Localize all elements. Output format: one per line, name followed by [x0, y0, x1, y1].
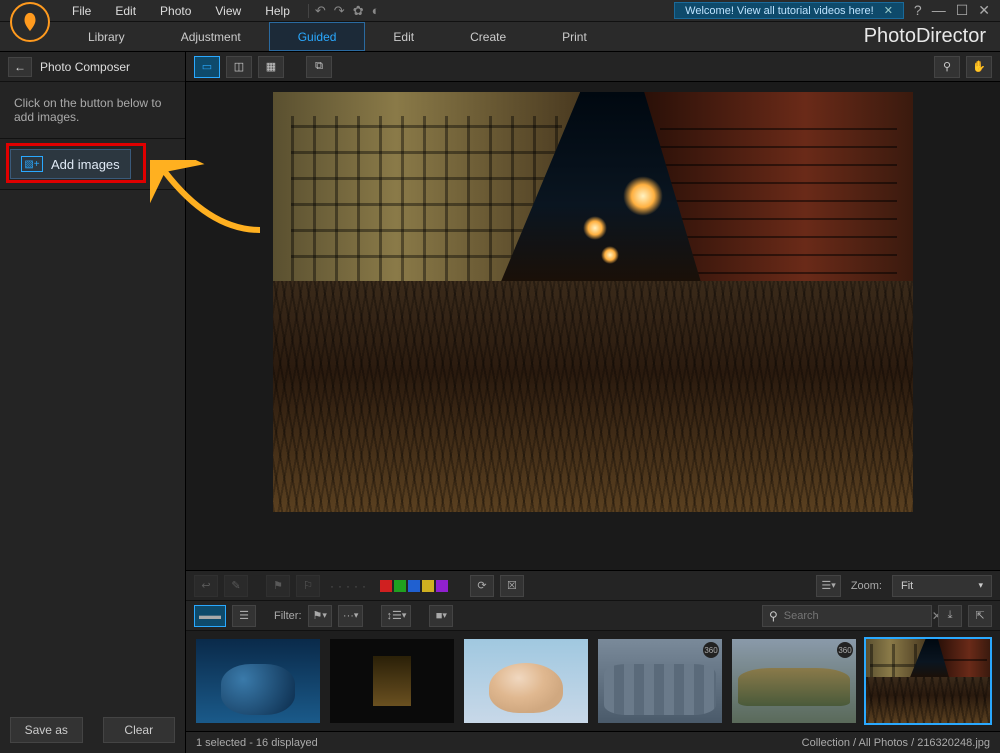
add-images-label: Add images — [51, 157, 120, 172]
filter-color-icon[interactable]: ■▾ — [429, 605, 453, 627]
separator — [308, 4, 309, 18]
import-icon[interactable]: ⤓ — [938, 605, 962, 627]
status-path: Collection / All Photos / 216320248.jpg — [802, 737, 990, 749]
add-images-button[interactable]: ▧+ Add images — [10, 149, 131, 179]
filmstrip-view-icon[interactable]: ▬▬ — [194, 605, 226, 627]
thumbnail[interactable] — [464, 639, 588, 723]
left-panel: ← Photo Composer Click on the button bel… — [0, 52, 186, 753]
panel-instruction: Click on the button below to add images. — [0, 82, 185, 139]
arrow-left-icon: ← — [14, 60, 26, 74]
search-box[interactable]: ⚲ ✕ — [762, 605, 932, 627]
360-badge-icon: 360 — [703, 642, 719, 658]
menu-file[interactable]: File — [60, 4, 103, 18]
clear-button[interactable]: Clear — [103, 717, 176, 743]
tab-adjustment[interactable]: Adjustment — [153, 22, 269, 51]
tab-print[interactable]: Print — [534, 22, 615, 51]
search-icon: ⚲ — [769, 609, 778, 623]
mode-tabs: Library Adjustment Guided Edit Create Pr… — [0, 22, 1000, 52]
export-icon[interactable]: ⇱ — [968, 605, 992, 627]
chevron-down-icon: ▾ — [978, 580, 983, 591]
add-image-icon: ▧+ — [21, 156, 43, 172]
tab-edit[interactable]: Edit — [365, 22, 442, 51]
history-back-icon: ↩ — [194, 575, 218, 597]
flag-icon: ⚑ — [266, 575, 290, 597]
thumbnail[interactable]: 360 — [598, 639, 722, 723]
view-single-icon[interactable]: ▭ — [194, 56, 220, 78]
close-icon[interactable]: ✕ — [884, 4, 893, 17]
panel-title: Photo Composer — [40, 60, 130, 74]
view-compare-icon[interactable]: ◫ — [226, 56, 252, 78]
maximize-icon[interactable]: ☐ — [956, 2, 969, 19]
save-as-button[interactable]: Save as — [10, 717, 83, 743]
color-swatch[interactable] — [408, 580, 420, 592]
tab-create[interactable]: Create — [442, 22, 534, 51]
filter-flag-icon[interactable]: ⚑▾ — [308, 605, 332, 627]
view-toolbar: ▭ ◫ ▦ ⧉ ⚲ ✋ — [186, 52, 1000, 82]
color-swatch[interactable] — [422, 580, 434, 592]
right-content: ▭ ◫ ▦ ⧉ ⚲ ✋ ↩ ✎ ⚑ — [186, 52, 1000, 753]
menu-photo[interactable]: Photo — [148, 4, 203, 18]
brush-icon: ✎ — [224, 575, 248, 597]
preview-image — [273, 92, 913, 512]
filter-more-icon[interactable]: ···▾ — [338, 605, 364, 627]
redo-icon[interactable]: ↷ — [334, 3, 345, 19]
back-button[interactable]: ← — [8, 57, 32, 77]
rotate-icon[interactable]: ⟳ — [470, 575, 494, 597]
zoom-tool-icon[interactable]: ⚲ — [934, 56, 960, 78]
color-swatch[interactable] — [436, 580, 448, 592]
view-grid-icon[interactable]: ▦ — [258, 56, 284, 78]
list-view-icon[interactable]: ☰ — [232, 605, 256, 627]
thumbnail[interactable]: 🏷 — [866, 639, 990, 723]
close-window-icon[interactable]: ✕ — [978, 2, 990, 19]
settings-icon[interactable]: ✿ — [353, 3, 364, 19]
color-swatch[interactable] — [394, 580, 406, 592]
menu-edit[interactable]: Edit — [103, 4, 148, 18]
minimize-icon[interactable]: — — [932, 2, 946, 19]
view-secondary-icon[interactable]: ⧉ — [306, 56, 332, 78]
notifications-icon[interactable]: ◐ — [372, 3, 380, 18]
sort-icon[interactable]: ↕☰▾ — [381, 605, 411, 627]
rating-dots[interactable]: ····· — [330, 579, 370, 593]
thumbnail[interactable] — [196, 639, 320, 723]
panel-options-icon[interactable]: ☰ ▾ — [816, 575, 840, 597]
tab-guided[interactable]: Guided — [269, 22, 366, 51]
lower-toolbar: ↩ ✎ ⚑ ⚐ ····· ⟳ ☒ ☰ ▾ Zoom: Fit ▾ ▬▬ — [186, 570, 1000, 753]
360-badge-icon: 360 — [837, 642, 853, 658]
help-icon[interactable]: ? — [914, 2, 922, 19]
filmstrip[interactable]: 360 360 🏷 — [186, 631, 1000, 731]
tutorial-banner[interactable]: Welcome! View all tutorial videos here! … — [674, 2, 904, 19]
search-input[interactable] — [784, 610, 926, 622]
tab-library[interactable]: Library — [60, 22, 153, 51]
reject-flag-icon: ⚐ — [296, 575, 320, 597]
tutorial-banner-text: Welcome! View all tutorial videos here! — [685, 5, 874, 17]
zoom-value: Fit — [901, 580, 913, 592]
preview-area[interactable] — [186, 82, 1000, 570]
zoom-label: Zoom: — [851, 580, 882, 592]
menu-view[interactable]: View — [203, 4, 253, 18]
menu-help[interactable]: Help — [253, 4, 302, 18]
statusbar: 1 selected - 16 displayed Collection / A… — [186, 731, 1000, 753]
undo-icon[interactable]: ↶ — [315, 3, 326, 19]
zoom-select[interactable]: Fit ▾ — [892, 575, 992, 597]
crop-icon[interactable]: ☒ — [500, 575, 524, 597]
pan-tool-icon[interactable]: ✋ — [966, 56, 992, 78]
color-swatch[interactable] — [380, 580, 392, 592]
menubar: File Edit Photo View Help ↶ ↷ ✿ ◐ Welcom… — [0, 0, 1000, 22]
app-logo[interactable] — [10, 2, 50, 42]
status-selection: 1 selected - 16 displayed — [196, 737, 318, 749]
thumbnail[interactable] — [330, 639, 454, 723]
filter-label: Filter: — [274, 610, 302, 622]
brand-label: PhotoDirector — [864, 22, 986, 51]
thumbnail[interactable]: 360 — [732, 639, 856, 723]
